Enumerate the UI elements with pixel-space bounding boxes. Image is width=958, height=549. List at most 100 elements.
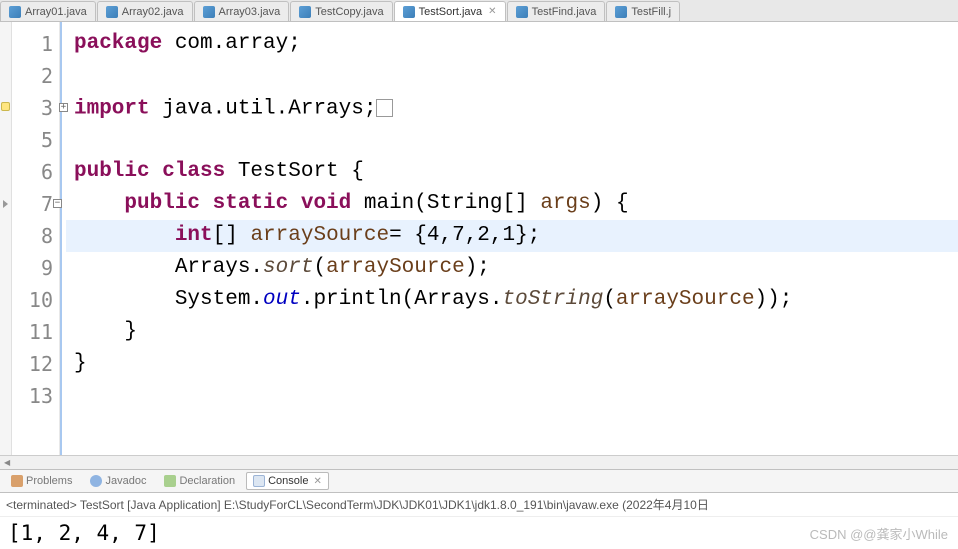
- line-number: 7−: [12, 188, 59, 220]
- java-file-icon: [9, 6, 21, 18]
- code-token: int: [175, 224, 213, 247]
- line-number: 6: [12, 156, 59, 188]
- tab-javadoc[interactable]: Javadoc: [83, 472, 153, 490]
- tab-label: TestFind.java: [532, 6, 597, 18]
- code-token: ) {: [591, 192, 629, 215]
- editor-tab[interactable]: Array02.java: [97, 1, 193, 21]
- code-token: java.util.Arrays;: [162, 98, 376, 121]
- code-token: toString: [502, 288, 603, 311]
- line-number: 13: [12, 380, 59, 412]
- line-number: 3+: [12, 92, 59, 124]
- tab-console[interactable]: Console ✕: [246, 472, 329, 490]
- tab-label: TestSort.java: [419, 6, 483, 18]
- line-number: 2: [12, 60, 59, 92]
- code-token: args: [540, 192, 590, 215]
- tab-label: Declaration: [179, 475, 235, 487]
- code-line[interactable]: Arrays.sort(arraySource);: [66, 252, 958, 284]
- code-token: ));: [755, 288, 793, 311]
- code-token: }: [74, 320, 137, 343]
- line-number: 1: [12, 28, 59, 60]
- tab-label: Array03.java: [219, 6, 281, 18]
- editor-tab[interactable]: Array03.java: [194, 1, 290, 21]
- code-token: arraySource: [616, 288, 755, 311]
- editor-tab[interactable]: TestCopy.java: [290, 1, 392, 21]
- code-line[interactable]: [66, 124, 958, 156]
- code-token: com.array;: [175, 32, 301, 55]
- code-token: (: [313, 256, 326, 279]
- editor-tab[interactable]: Array01.java: [0, 1, 96, 21]
- tab-label: Array01.java: [25, 6, 87, 18]
- line-number: 9: [12, 252, 59, 284]
- code-editor[interactable]: package com.array; import java.util.Array…: [66, 22, 958, 455]
- code-line[interactable]: public static void main(String[] args) {: [66, 188, 958, 220]
- code-token: main(String[]: [364, 192, 540, 215]
- fold-collapse-icon[interactable]: −: [53, 199, 62, 208]
- console-status-line: <terminated> TestSort [Java Application]…: [0, 493, 958, 517]
- code-token: out: [263, 288, 301, 311]
- editor-tab[interactable]: TestSort.java ✕: [394, 1, 506, 21]
- code-line[interactable]: int[] arraySource= {4,7,2,1};: [66, 220, 958, 252]
- declaration-icon: [164, 475, 176, 487]
- line-number-gutter: 123+567−8910111213: [12, 22, 60, 455]
- code-token: [74, 192, 124, 215]
- code-token: public static void: [124, 192, 363, 215]
- tab-label: TestCopy.java: [315, 6, 383, 18]
- line-number: 12: [12, 348, 59, 380]
- line-number: 11: [12, 316, 59, 348]
- code-token: TestSort {: [238, 160, 364, 183]
- code-token: }: [74, 352, 87, 375]
- code-line[interactable]: package com.array;: [66, 28, 958, 60]
- editor-tab-bar: Array01.java Array02.java Array03.java Test…: [0, 0, 958, 22]
- code-token: arraySource: [250, 224, 389, 247]
- code-token: (: [603, 288, 616, 311]
- tab-label: Problems: [26, 475, 72, 487]
- java-file-icon: [615, 6, 627, 18]
- code-line[interactable]: import java.util.Arrays;: [66, 92, 958, 124]
- view-tab-bar: Problems Javadoc Declaration Console ✕: [0, 469, 958, 493]
- code-token: []: [213, 224, 251, 247]
- tab-label: Console: [268, 475, 308, 487]
- tab-problems[interactable]: Problems: [4, 472, 79, 490]
- problems-icon: [11, 475, 23, 487]
- line-number: 8: [12, 220, 59, 252]
- code-token: System.: [74, 288, 263, 311]
- code-token: = {4,7,2,1};: [389, 224, 540, 247]
- annotation-ruler: [0, 22, 12, 455]
- java-file-icon: [403, 6, 415, 18]
- tab-label: Javadoc: [105, 475, 146, 487]
- close-icon[interactable]: ✕: [488, 6, 496, 17]
- java-file-icon: [516, 6, 528, 18]
- fold-expand-icon[interactable]: +: [59, 103, 68, 112]
- code-line[interactable]: [66, 380, 958, 412]
- code-token: import: [74, 98, 162, 121]
- code-line[interactable]: }: [66, 348, 958, 380]
- code-token: [74, 224, 175, 247]
- tab-label: Array02.java: [122, 6, 184, 18]
- code-line[interactable]: System.out.println(Arrays.toString(array…: [66, 284, 958, 316]
- code-token: public class: [74, 160, 238, 183]
- tab-declaration[interactable]: Declaration: [157, 472, 242, 490]
- code-line[interactable]: }: [66, 316, 958, 348]
- warning-marker-icon[interactable]: [1, 102, 10, 111]
- code-line[interactable]: [66, 60, 958, 92]
- close-icon[interactable]: ✕: [313, 476, 321, 487]
- console-output[interactable]: [1, 2, 4, 7]: [0, 517, 958, 549]
- code-token: .println(Arrays.: [301, 288, 503, 311]
- java-file-icon: [299, 6, 311, 18]
- code-line[interactable]: public class TestSort {: [66, 156, 958, 188]
- java-file-icon: [106, 6, 118, 18]
- code-token: package: [74, 32, 175, 55]
- console-icon: [253, 475, 265, 487]
- java-file-icon: [203, 6, 215, 18]
- editor-tab[interactable]: TestFill.j: [606, 1, 680, 21]
- line-number: 10: [12, 284, 59, 316]
- code-token: [376, 99, 392, 117]
- horizontal-scrollbar[interactable]: [0, 455, 958, 469]
- tab-label: TestFill.j: [631, 6, 671, 18]
- editor-tab[interactable]: TestFind.java: [507, 1, 606, 21]
- override-marker-icon[interactable]: [3, 200, 8, 208]
- editor-area: 123+567−8910111213 package com.array;imp…: [0, 22, 958, 455]
- javadoc-icon: [90, 475, 102, 487]
- line-number: 5: [12, 124, 59, 156]
- code-token: Arrays.: [74, 256, 263, 279]
